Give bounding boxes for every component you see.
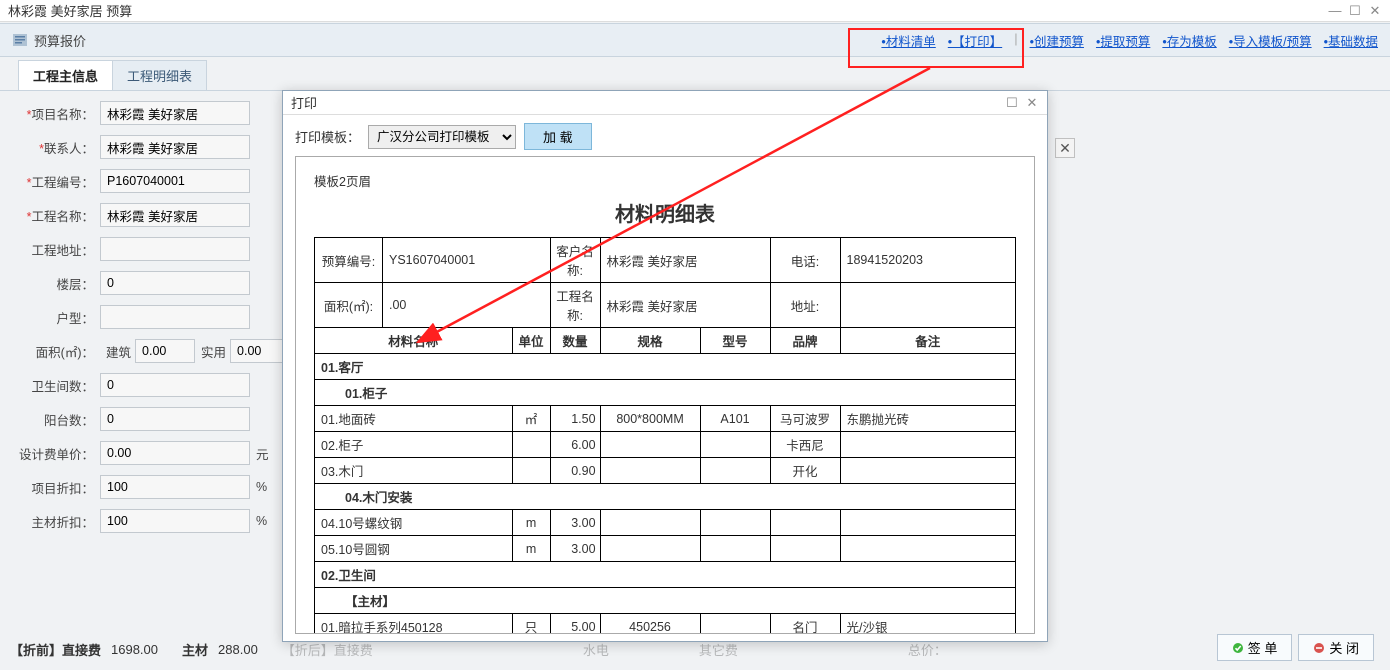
window-title: 林彩霞 美好家居 预算 xyxy=(8,1,132,20)
input-area-build[interactable] xyxy=(135,339,195,363)
input-proj-discount[interactable] xyxy=(100,475,250,499)
close-icon[interactable]: ✕ xyxy=(1368,4,1382,18)
label-template: 打印模板： xyxy=(295,127,360,146)
material-table: 预算编号: YS1607040001 客户名称: 林彩霞 美好家居 电话: 18… xyxy=(314,237,1016,634)
dialog-close-icon[interactable]: ✕ xyxy=(1025,96,1039,110)
dialog-titlebar: 打印 ☐ ✕ xyxy=(283,91,1047,115)
table-row: 03.木门0.90开化 xyxy=(315,458,1016,484)
input-house-type[interactable] xyxy=(100,305,250,329)
section-links: •材料清单 •【打印】 | •创建预算 •提取预算 •存为模板 •导入模板/预算… xyxy=(881,31,1378,50)
link-material-list[interactable]: •材料清单 xyxy=(881,31,935,50)
table-row: 01.地面砖㎡1.50800*800MMA101马可波罗东鹏抛光砖 xyxy=(315,406,1016,432)
print-dialog: 打印 ☐ ✕ 打印模板： 广汉分公司打印模板 加 载 模板2页眉 材料明细表 预… xyxy=(282,90,1048,642)
label-project-name: *项目名称： xyxy=(16,104,94,123)
label-main-discount: 主材折扣： xyxy=(16,512,94,531)
table-row: 01.暗拉手系列450128只5.00450256名门光/沙银 xyxy=(315,614,1016,635)
dialog-maximize-icon[interactable]: ☐ xyxy=(1005,96,1019,110)
section-title: 预算报价 xyxy=(12,31,86,50)
paper-title: 材料明细表 xyxy=(314,198,1016,227)
label-floor: 楼层： xyxy=(16,274,94,293)
dialog-title: 打印 xyxy=(291,93,317,112)
section-header: 预算报价 •材料清单 •【打印】 | •创建预算 •提取预算 •存为模板 •导入… xyxy=(0,23,1390,57)
table-row: 04.10号螺纹钢m3.00 xyxy=(315,510,1016,536)
check-icon xyxy=(1232,642,1244,654)
tabs: 工程主信息 工程明细表 xyxy=(0,63,1390,91)
table-row: 05.10号圆钢m3.00 xyxy=(315,536,1016,562)
input-balconies[interactable] xyxy=(100,407,250,431)
dialog-toolbar: 打印模板： 广汉分公司打印模板 加 载 xyxy=(295,123,1035,150)
close-button[interactable]: 关 闭 xyxy=(1298,634,1374,661)
input-project-title[interactable] xyxy=(100,203,250,227)
window-titlebar: 林彩霞 美好家居 预算 — ☐ ✕ xyxy=(0,0,1390,22)
link-save-template[interactable]: •存为模板 xyxy=(1162,31,1216,50)
footer-bar: 【折前】直接费 1698.00 主材 288.00 【折后】直接费 水电 其它费… xyxy=(10,634,1380,664)
document-icon xyxy=(12,33,28,47)
minimize-icon[interactable]: — xyxy=(1328,4,1342,18)
label-area: 面积(㎡)： xyxy=(16,342,94,361)
input-project-no[interactable] xyxy=(100,169,250,193)
label-balconies: 阳台数： xyxy=(16,410,94,429)
side-panel-close-icon[interactable]: ✕ xyxy=(1055,138,1075,158)
window-controls: — ☐ ✕ xyxy=(1328,4,1382,18)
sign-button[interactable]: 签 单 xyxy=(1217,634,1293,661)
input-bathrooms[interactable] xyxy=(100,373,250,397)
paper-header: 模板2页眉 xyxy=(314,171,1016,190)
label-proj-discount: 项目折扣： xyxy=(16,478,94,497)
link-base-data[interactable]: •基础数据 xyxy=(1324,31,1378,50)
label-address: 工程地址： xyxy=(16,240,94,259)
link-create-budget[interactable]: •创建预算 xyxy=(1030,31,1084,50)
input-address[interactable] xyxy=(100,237,250,261)
link-extract-budget[interactable]: •提取预算 xyxy=(1096,31,1150,50)
link-print[interactable]: •【打印】 xyxy=(948,31,1002,50)
label-design-price: 设计费单价： xyxy=(16,444,94,463)
table-row: 02.柜子6.00卡西尼 xyxy=(315,432,1016,458)
input-floor[interactable] xyxy=(100,271,250,295)
tab-main-info[interactable]: 工程主信息 xyxy=(18,60,113,90)
link-import-template[interactable]: •导入模板/预算 xyxy=(1229,31,1312,50)
select-print-template[interactable]: 广汉分公司打印模板 xyxy=(368,125,516,149)
label-house-type: 户型： xyxy=(16,308,94,327)
tab-detail[interactable]: 工程明细表 xyxy=(112,60,207,90)
input-contact[interactable] xyxy=(100,135,250,159)
label-contact: *联系人： xyxy=(16,138,94,157)
input-design-price[interactable] xyxy=(100,441,250,465)
label-bathrooms: 卫生间数： xyxy=(16,376,94,395)
load-button[interactable]: 加 载 xyxy=(524,123,592,150)
label-project-no: *工程编号： xyxy=(16,172,94,191)
cancel-icon xyxy=(1313,642,1325,654)
print-preview: 模板2页眉 材料明细表 预算编号: YS1607040001 客户名称: 林彩霞… xyxy=(295,156,1035,634)
input-project-name[interactable] xyxy=(100,101,250,125)
maximize-icon[interactable]: ☐ xyxy=(1348,4,1362,18)
label-project-title: *工程名称： xyxy=(16,206,94,225)
input-main-discount[interactable] xyxy=(100,509,250,533)
